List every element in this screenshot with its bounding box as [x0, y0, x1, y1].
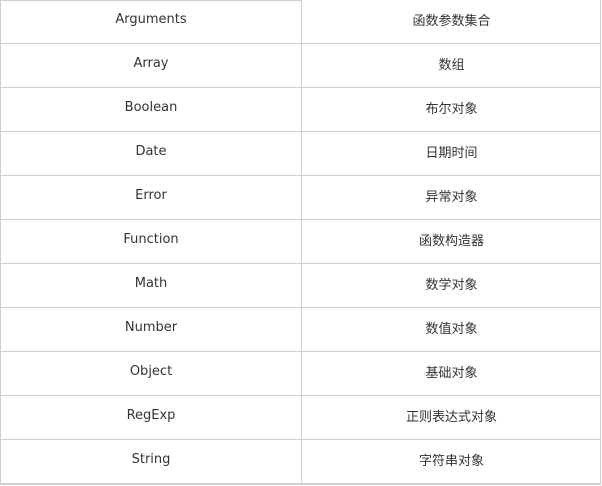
object-description-cell: 函数构造器: [301, 219, 601, 264]
object-description-cell: 数值对象: [301, 307, 601, 352]
object-description: 正则表达式对象: [405, 410, 497, 425]
object-name: Boolean: [124, 100, 178, 115]
object-name: RegExp: [126, 408, 176, 423]
object-name: Object: [129, 364, 173, 379]
object-description: 数组: [438, 58, 465, 73]
object-table-container: Arguments 函数参数集合 Array 数组 Boolean 布尔对象 D…: [0, 0, 601, 485]
object-name: Error: [135, 188, 167, 203]
object-name-cell: Array: [1, 43, 302, 88]
object-name-cell: Error: [1, 175, 302, 220]
object-name-cell: Number: [1, 307, 302, 352]
object-name-cell: RegExp: [1, 395, 302, 440]
builtin-objects-table: Arguments 函数参数集合 Array 数组 Boolean 布尔对象 D…: [1, 0, 601, 484]
object-description: 数学对象: [425, 278, 478, 293]
table-row: String 字符串对象: [1, 439, 601, 484]
table-row: Array 数组: [1, 43, 601, 88]
object-name: Math: [134, 276, 168, 291]
object-description: 异常对象: [425, 190, 478, 205]
object-description: 函数参数集合: [412, 14, 491, 29]
object-description-cell: 异常对象: [301, 175, 601, 220]
object-description-cell: 基础对象: [301, 351, 601, 396]
object-name: String: [131, 452, 171, 467]
object-description: 布尔对象: [425, 102, 478, 117]
object-name: Date: [135, 144, 167, 159]
object-description-cell: 布尔对象: [301, 87, 601, 132]
table-row: Date 日期时间: [1, 131, 601, 176]
object-description-cell: 字符串对象: [301, 439, 601, 484]
object-description-cell: 函数参数集合: [301, 0, 601, 44]
object-description: 字符串对象: [418, 454, 484, 469]
object-name-cell: Function: [1, 219, 302, 264]
object-name: Array: [133, 56, 169, 71]
object-description: 数值对象: [425, 322, 478, 337]
object-name-cell: Object: [1, 351, 302, 396]
object-description: 函数构造器: [418, 234, 484, 249]
table-top-border: [1, 0, 301, 1]
table-row: Arguments 函数参数集合: [1, 0, 601, 44]
object-description-cell: 数组: [301, 43, 601, 88]
table-row: Number 数值对象: [1, 307, 601, 352]
object-description: 日期时间: [425, 146, 478, 161]
object-name: Number: [124, 320, 178, 335]
object-name: Arguments: [115, 12, 187, 27]
table-row: Function 函数构造器: [1, 219, 601, 264]
table-row: Math 数学对象: [1, 263, 601, 308]
object-name-cell: String: [1, 439, 302, 484]
object-description-cell: 数学对象: [301, 263, 601, 308]
object-description-cell: 日期时间: [301, 131, 601, 176]
table-row: Object 基础对象: [1, 351, 601, 396]
table-row: Boolean 布尔对象: [1, 87, 601, 132]
object-description-cell: 正则表达式对象: [301, 395, 601, 440]
table-row: Error 异常对象: [1, 175, 601, 220]
object-name-cell: Boolean: [1, 87, 302, 132]
table-body: Arguments 函数参数集合 Array 数组 Boolean 布尔对象 D…: [1, 0, 601, 484]
object-name-cell: Math: [1, 263, 302, 308]
object-name: Function: [123, 232, 179, 247]
object-description: 基础对象: [425, 366, 478, 381]
object-name-cell: Date: [1, 131, 302, 176]
object-name-cell: Arguments: [1, 0, 302, 44]
table-row: RegExp 正则表达式对象: [1, 395, 601, 440]
